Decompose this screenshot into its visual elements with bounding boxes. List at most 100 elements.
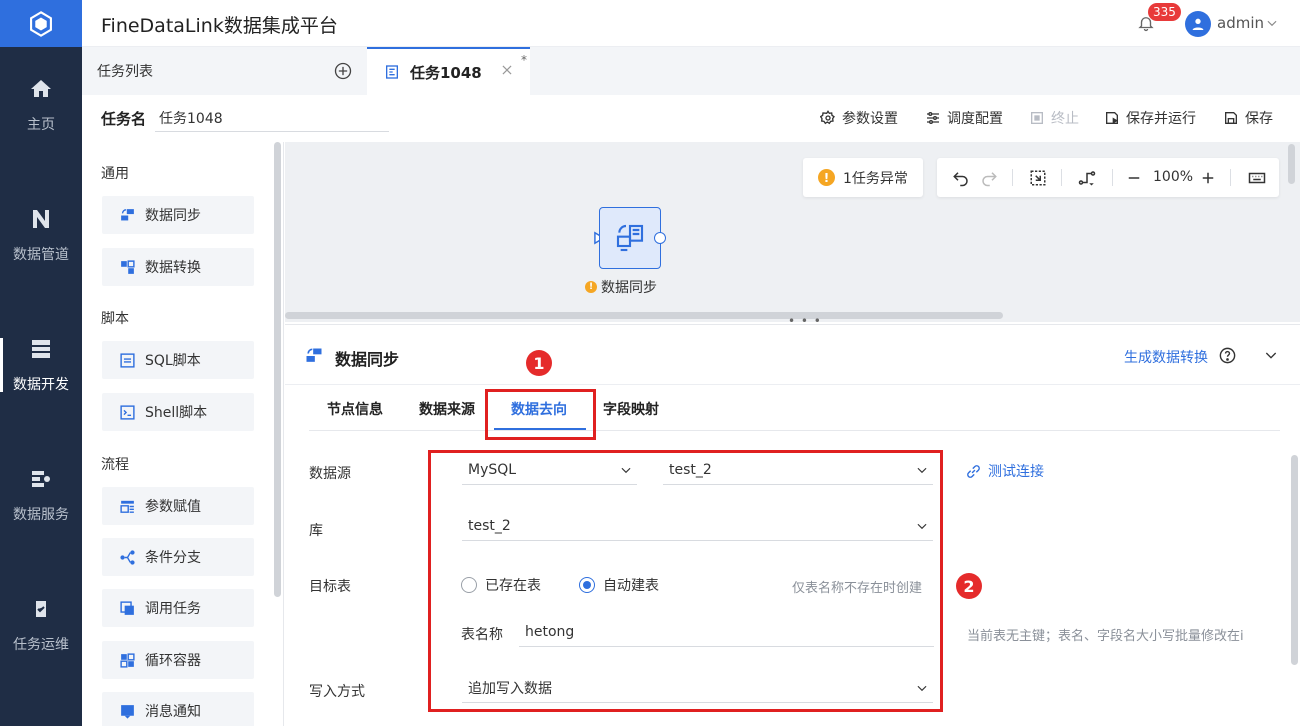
zoom-out-icon[interactable] bbox=[1125, 169, 1143, 187]
nav-item-data-dev[interactable]: 数据开发 bbox=[0, 320, 82, 410]
db-select[interactable]: test_2 bbox=[462, 511, 933, 541]
generate-transform-link[interactable]: 生成数据转换 bbox=[1124, 347, 1208, 367]
palette-item-label: 数据同步 bbox=[145, 208, 201, 224]
datasource-conn-select[interactable]: test_2 bbox=[663, 455, 933, 485]
datasource-type-select[interactable]: MySQL bbox=[462, 455, 637, 485]
annotation-marker-1: 1 bbox=[526, 350, 552, 376]
flow-canvas[interactable]: ! 1任务异常 100% ! 数据同步 • • •• • • bbox=[285, 142, 1300, 333]
palette-item-param-assign[interactable]: 参数赋值 bbox=[102, 487, 254, 525]
radio-auto-label: 自动建表 bbox=[603, 578, 659, 594]
db-value: test_2 bbox=[468, 517, 511, 534]
node-palette: 通用 数据同步 数据转换 脚本 SQL脚本 Shell脚本 流程 参数赋值 条件… bbox=[82, 142, 284, 726]
datasource-type-value: MySQL bbox=[468, 461, 517, 478]
params-label: 参数设置 bbox=[842, 111, 898, 127]
branch-icon bbox=[119, 549, 136, 566]
palette-item-call-task[interactable]: 调用任务 bbox=[102, 589, 254, 627]
avatar[interactable] bbox=[1185, 11, 1211, 37]
tab-data-source[interactable]: 数据来源 bbox=[419, 399, 475, 419]
tab-task-list[interactable]: 任务列表 bbox=[82, 47, 366, 95]
keyboard-icon[interactable] bbox=[1248, 169, 1266, 187]
schedule-label: 调度配置 bbox=[947, 111, 1003, 127]
data-service-icon bbox=[28, 466, 54, 492]
warning-icon: ! bbox=[818, 169, 835, 186]
chevron-down-icon[interactable] bbox=[1265, 16, 1279, 30]
nav-item-label: 数据管道 bbox=[13, 247, 69, 263]
palette-item-label: SQL脚本 bbox=[145, 353, 201, 369]
palette-item-label: 调用任务 bbox=[145, 601, 201, 617]
connector-style-icon[interactable] bbox=[1078, 169, 1096, 187]
canvas-vertical-scrollbar[interactable] bbox=[1288, 144, 1295, 184]
radio-existing-label: 已存在表 bbox=[485, 578, 541, 594]
radio-auto-create[interactable]: 自动建表 bbox=[579, 575, 659, 595]
palette-item-data-transform[interactable]: 数据转换 bbox=[102, 248, 254, 286]
nav-item-home[interactable]: 主页 bbox=[0, 60, 82, 150]
tab-task-1048[interactable]: 任务1048 * bbox=[367, 47, 530, 95]
palette-item-condition-branch[interactable]: 条件分支 bbox=[102, 538, 254, 576]
nav-item-label: 数据开发 bbox=[13, 377, 69, 393]
task-name-label: 任务名 bbox=[101, 110, 147, 128]
save-label: 保存 bbox=[1245, 111, 1273, 127]
fit-view-icon[interactable] bbox=[1029, 169, 1047, 187]
app-logo[interactable] bbox=[0, 0, 82, 47]
help-icon[interactable] bbox=[1218, 346, 1237, 365]
palette-scrollbar[interactable] bbox=[274, 142, 281, 597]
canvas-toolbar: 100% bbox=[937, 158, 1279, 197]
pipeline-icon bbox=[28, 206, 54, 232]
annotation-marker-2: 2 bbox=[956, 573, 982, 599]
palette-item-label: 条件分支 bbox=[145, 550, 201, 566]
save-run-button[interactable]: 保存并运行 bbox=[1104, 108, 1196, 128]
data-sync-icon bbox=[304, 346, 324, 366]
tab-node-info[interactable]: 节点信息 bbox=[327, 399, 383, 419]
radio-existing-table[interactable]: 已存在表 bbox=[461, 575, 541, 595]
save-button[interactable]: 保存 bbox=[1223, 108, 1273, 128]
panel-title: 数据同步 bbox=[335, 350, 400, 369]
test-connection-button[interactable]: 测试连接 bbox=[965, 461, 1044, 481]
schedule-button[interactable]: 调度配置 bbox=[925, 108, 1003, 128]
table-name-input[interactable] bbox=[519, 617, 934, 647]
palette-item-sql-script[interactable]: SQL脚本 bbox=[102, 341, 254, 379]
table-name-label: 表名称 bbox=[461, 627, 503, 643]
stop-label: 终止 bbox=[1051, 111, 1079, 127]
nav-item-pipeline[interactable]: 数据管道 bbox=[0, 190, 82, 280]
user-icon bbox=[1192, 18, 1204, 30]
test-connection-label: 测试连接 bbox=[988, 464, 1044, 480]
add-tab-icon[interactable] bbox=[333, 61, 353, 81]
tab-field-mapping[interactable]: 字段映射 bbox=[603, 399, 659, 419]
redo-icon[interactable] bbox=[980, 169, 998, 187]
write-mode-select[interactable]: 追加写入数据 bbox=[462, 673, 933, 703]
nav-item-task-ops[interactable]: 任务运维 bbox=[0, 580, 82, 670]
node-config-panel: 数据同步 生成数据转换 节点信息 数据来源 数据去向 字段映射 1 2 数据源 … bbox=[285, 324, 1300, 726]
nav-item-data-service[interactable]: 数据服务 bbox=[0, 450, 82, 540]
close-icon[interactable] bbox=[500, 63, 514, 77]
app-title: FineDataLink数据集成平台 bbox=[101, 15, 338, 37]
chevron-down-icon bbox=[915, 681, 929, 695]
params-button[interactable]: 参数设置 bbox=[819, 108, 898, 128]
palette-item-loop-container[interactable]: 循环容器 bbox=[102, 641, 254, 679]
palette-item-label: 循环容器 bbox=[145, 653, 201, 669]
tab-divider bbox=[309, 430, 1280, 431]
data-sync-node[interactable] bbox=[599, 207, 661, 269]
chevron-down-icon[interactable] bbox=[1263, 347, 1279, 363]
user-name[interactable]: admin bbox=[1217, 14, 1264, 32]
node-output-port[interactable] bbox=[654, 232, 666, 244]
zoom-in-icon[interactable] bbox=[1199, 169, 1217, 187]
sql-icon bbox=[119, 352, 136, 369]
panel-scrollbar[interactable] bbox=[1291, 455, 1298, 665]
task-toolbar: 任务名 参数设置 调度配置 终止 保存并运行 保存 bbox=[82, 95, 1300, 142]
task-warning-badge[interactable]: ! 1任务异常 bbox=[803, 158, 923, 197]
chevron-down-icon bbox=[915, 463, 929, 477]
save-icon bbox=[1223, 110, 1239, 126]
task-ops-icon bbox=[28, 596, 54, 622]
task-name-input[interactable] bbox=[155, 105, 389, 132]
warning-text: 1任务异常 bbox=[843, 170, 908, 187]
panel-divider bbox=[285, 384, 1300, 385]
logo-icon bbox=[30, 10, 52, 37]
palette-item-data-sync[interactable]: 数据同步 bbox=[102, 196, 254, 234]
undo-icon[interactable] bbox=[952, 169, 970, 187]
palette-item-notification[interactable]: 消息通知 bbox=[102, 692, 254, 726]
main-nav: 主页 数据管道 数据开发 数据服务 任务运维 bbox=[0, 0, 82, 726]
top-bar: FineDataLink数据集成平台 335 admin bbox=[82, 0, 1300, 47]
stop-button[interactable]: 终止 bbox=[1029, 108, 1079, 128]
canvas-horizontal-scrollbar[interactable] bbox=[285, 312, 1003, 319]
palette-item-shell-script[interactable]: Shell脚本 bbox=[102, 393, 254, 431]
